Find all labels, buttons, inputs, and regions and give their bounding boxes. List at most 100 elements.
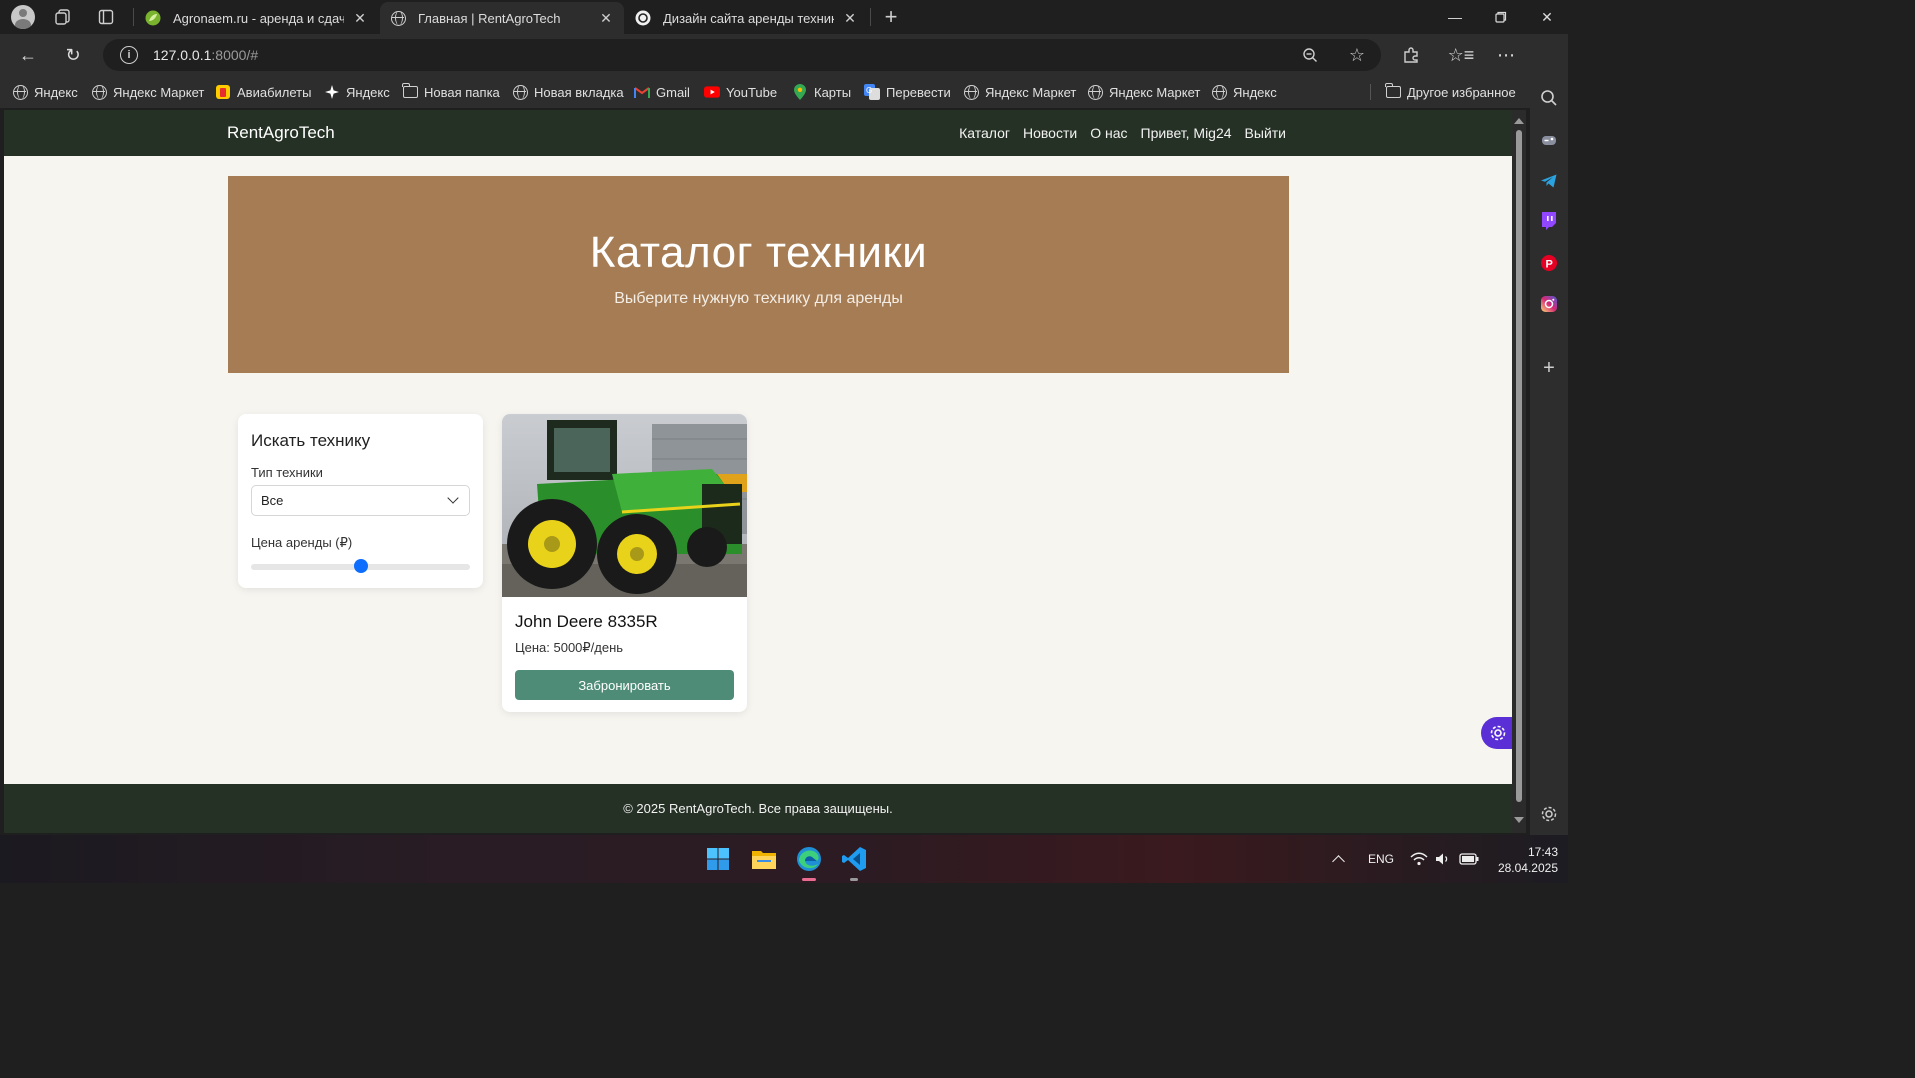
battery-icon[interactable] xyxy=(1459,835,1479,883)
bookmark-other-favorites[interactable]: Другое избранное xyxy=(1385,82,1516,102)
close-icon[interactable]: ✕ xyxy=(352,10,368,26)
price-label: Цена аренды (₽) xyxy=(251,535,353,550)
page-viewport: RentAgroTech Каталог Новости О нас Приве… xyxy=(4,110,1512,833)
gear-icon[interactable] xyxy=(1539,804,1559,824)
chevron-down-icon xyxy=(447,492,459,504)
star-icon[interactable]: ☆ xyxy=(1347,45,1367,65)
info-icon[interactable]: i xyxy=(120,46,138,64)
tab-title: Agronaem.ru - аренда и сдача в xyxy=(173,10,344,26)
more-icon: ⋯ xyxy=(1497,44,1515,65)
bookmark-maps[interactable]: Карты xyxy=(792,82,851,102)
tractor-image xyxy=(502,414,747,597)
twitch-icon[interactable] xyxy=(1539,211,1559,231)
url-text[interactable]: 127.0.0.1:8000/# xyxy=(153,47,258,63)
site-footer: © 2025 RentAgroTech. Все права защищены. xyxy=(4,784,1512,833)
add-sidebar-app-icon[interactable]: + xyxy=(1539,357,1559,379)
bookmark-yandex[interactable]: Яндекс xyxy=(12,82,78,102)
telegram-icon[interactable] xyxy=(1539,171,1559,191)
close-icon: ✕ xyxy=(1541,8,1553,25)
restore-button[interactable] xyxy=(1478,0,1524,34)
bookmark-yandex-market-2[interactable]: Яндекс Маркет xyxy=(963,82,1076,102)
language-indicator[interactable]: ENG xyxy=(1368,835,1394,883)
favorites-button[interactable]: ☆≡ xyxy=(1445,39,1477,71)
bookmark-new-folder[interactable]: Новая папка xyxy=(402,82,500,102)
bookmark-flights[interactable]: Авиабилеты xyxy=(215,82,311,102)
games-icon[interactable] xyxy=(1539,130,1559,150)
volume-icon[interactable] xyxy=(1435,835,1451,883)
scroll-down-icon[interactable] xyxy=(1514,817,1524,823)
profile-button[interactable] xyxy=(3,0,43,34)
maps-pin-icon xyxy=(792,84,808,100)
nav-about[interactable]: О нас xyxy=(1090,125,1127,141)
product-name[interactable]: John Deere 8335R xyxy=(515,612,658,632)
vertical-tabs-button[interactable] xyxy=(86,0,126,34)
edge-icon xyxy=(797,847,821,871)
bookmark-yandex-3[interactable]: Яндекс xyxy=(1211,82,1277,102)
bookmark-gmail[interactable]: Gmail xyxy=(634,82,690,102)
clock-date: 28.04.2025 xyxy=(1497,861,1558,875)
pinterest-icon[interactable]: P xyxy=(1539,253,1559,273)
tab-agronaem[interactable]: Agronaem.ru - аренда и сдача в ✕ xyxy=(135,2,378,34)
reload-button[interactable]: ↻ xyxy=(57,39,89,71)
tab-rentagrotech[interactable]: Главная | RentAgroTech ✕ xyxy=(380,2,624,34)
plus-icon: + xyxy=(884,4,898,29)
file-explorer-button[interactable] xyxy=(748,843,780,875)
new-tab-button[interactable]: + xyxy=(871,0,911,34)
chevron-up-icon xyxy=(1332,855,1345,868)
page-subtitle: Выберите нужную технику для аренды xyxy=(614,290,903,307)
site-brand[interactable]: RentAgroTech xyxy=(227,123,335,143)
nav-news[interactable]: Новости xyxy=(1023,125,1077,141)
edge-taskbar-button[interactable] xyxy=(793,843,825,881)
vscode-taskbar-button[interactable] xyxy=(838,843,870,881)
instagram-icon[interactable] xyxy=(1539,294,1559,314)
search-filter-card: Искать технику Тип техники Все Цена арен… xyxy=(238,414,483,588)
scroll-up-icon[interactable] xyxy=(1514,118,1524,124)
bookmark-yandex-2[interactable]: Яндекс xyxy=(324,82,390,102)
windows-logo-icon xyxy=(707,848,729,870)
filter-title: Искать технику xyxy=(251,431,371,450)
close-icon[interactable]: ✕ xyxy=(842,10,858,26)
settings-menu-button[interactable]: ⋯ xyxy=(1490,39,1522,71)
scrollbar-thumb[interactable] xyxy=(1516,130,1522,802)
bookmark-translate[interactable]: G Перевести xyxy=(864,82,951,102)
bookmark-youtube[interactable]: YouTube xyxy=(704,82,777,102)
nav-catalog[interactable]: Каталог xyxy=(959,125,1010,141)
bookmarks-separator xyxy=(1370,84,1371,100)
favorites-list-icon: ☆≡ xyxy=(1447,44,1475,65)
active-app-indicator xyxy=(802,878,816,881)
nav-logout[interactable]: Выйти xyxy=(1245,125,1286,141)
close-icon[interactable]: ✕ xyxy=(598,10,614,26)
search-icon[interactable] xyxy=(1539,88,1559,108)
tab-design[interactable]: Дизайн сайта аренды техники ✕ xyxy=(625,2,868,34)
wifi-icon[interactable] xyxy=(1410,835,1428,883)
bookmark-yandex-market-3[interactable]: Яндекс Маркет xyxy=(1087,82,1200,102)
address-bar[interactable]: i 127.0.0.1:8000/# ☆ xyxy=(103,39,1381,71)
nav-greeting[interactable]: Привет, Mig24 xyxy=(1141,125,1232,141)
taskbar-clock[interactable]: 17:43 28.04.2025 xyxy=(1492,844,1558,876)
product-price: Цена: 5000₽/день xyxy=(515,640,624,655)
globe-icon xyxy=(91,84,107,100)
extensions-button[interactable] xyxy=(1395,39,1427,71)
book-button[interactable]: Забронировать xyxy=(515,670,734,700)
minimize-button[interactable]: — xyxy=(1432,0,1478,34)
price-slider-thumb[interactable] xyxy=(353,559,368,573)
bookmark-new-tab[interactable]: Новая вкладка xyxy=(512,82,624,102)
vscode-icon xyxy=(842,847,866,871)
bookmark-yandex-market[interactable]: Яндекс Маркет xyxy=(91,82,204,102)
workspaces-icon xyxy=(55,9,70,25)
workspaces-button[interactable] xyxy=(43,0,83,34)
folder-icon xyxy=(1385,83,1401,100)
floating-settings-button[interactable] xyxy=(1481,717,1512,749)
back-button[interactable]: ← xyxy=(12,39,44,71)
globe-icon xyxy=(963,84,979,100)
leaf-favicon-icon xyxy=(145,10,161,26)
tab-title: Дизайн сайта аренды техники xyxy=(663,10,834,26)
globe-icon xyxy=(1211,84,1227,100)
tray-overflow-button[interactable] xyxy=(1332,835,1345,883)
equipment-type-select[interactable]: Все xyxy=(251,485,470,516)
close-window-button[interactable]: ✕ xyxy=(1524,0,1570,34)
start-button[interactable] xyxy=(702,843,734,875)
product-card: John Deere 8335R Цена: 5000₽/день Заброн… xyxy=(502,414,747,712)
page-scrollbar[interactable] xyxy=(1512,110,1526,833)
zoom-icon[interactable] xyxy=(1300,45,1320,65)
